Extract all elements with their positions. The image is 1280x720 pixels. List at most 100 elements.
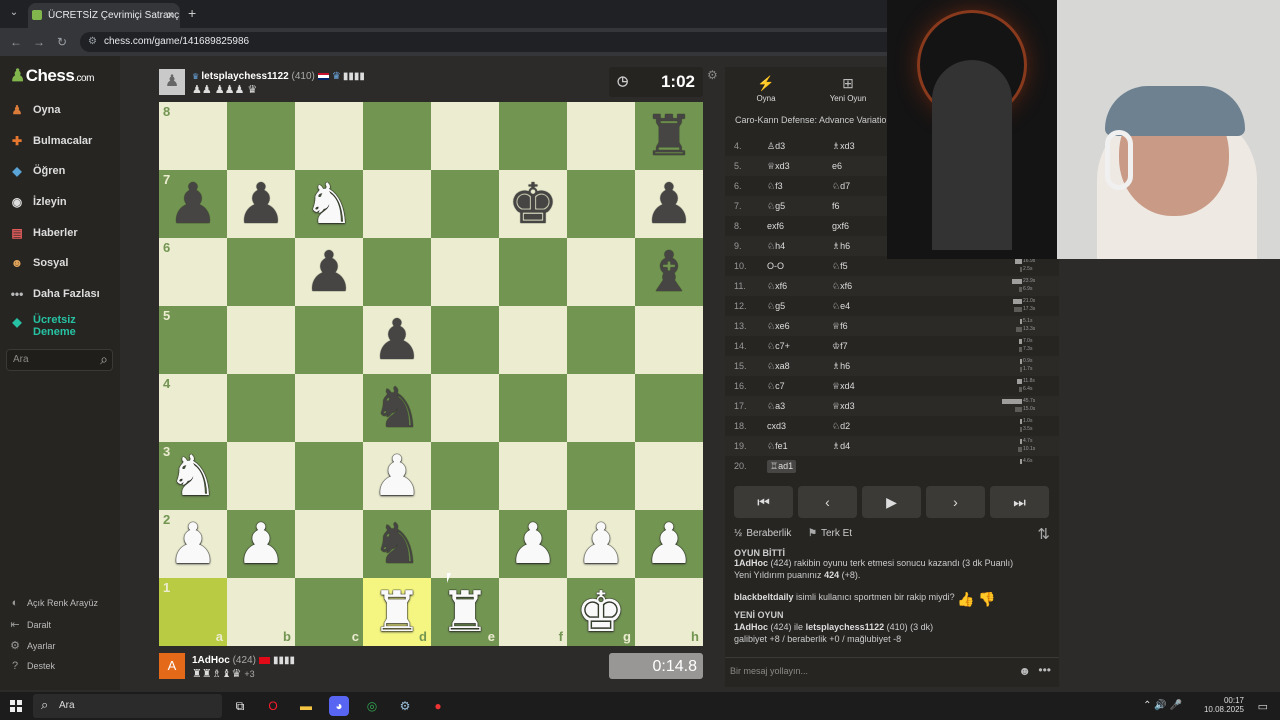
- chat-message-input[interactable]: Bir mesaj yollayın... ☻ •••: [725, 657, 1059, 685]
- square-g3[interactable]: [567, 442, 635, 510]
- black-move[interactable]: ♗xd3: [832, 141, 855, 152]
- square-b8[interactable]: [227, 102, 295, 170]
- square-c2[interactable]: [295, 510, 363, 578]
- white-piece-a3[interactable]: ♞: [159, 442, 227, 510]
- black-move[interactable]: ♘d7: [832, 181, 850, 192]
- nav-item-watch[interactable]: ◉ İzleyin: [8, 191, 67, 213]
- square-g5[interactable]: [567, 306, 635, 374]
- white-move[interactable]: ♘g5: [767, 201, 785, 212]
- black-move[interactable]: ♕f6: [832, 321, 848, 332]
- square-c4[interactable]: [295, 374, 363, 442]
- chess-board[interactable]: 8 ♜ 7 ♟ ♟ ♞ ♚ ♟ 6 ♟ ♝ 5 ♟ 4 ♞ 3 ♞ ♟ 2 ♟ ♟ ♞ ♟ ♟ ♟ 1 a b c d ♜ e ♜ f g ♚ h: [159, 102, 703, 646]
- square-d1[interactable]: d ♜: [363, 578, 431, 646]
- browser-tab-active[interactable]: ÜCRETSİZ Çevrimiçi Satranç Oyn ×: [28, 3, 180, 28]
- light-theme-toggle[interactable]: ◐ Açık Renk Arayüz: [8, 597, 98, 609]
- square-d7[interactable]: [363, 170, 431, 238]
- forward-arrow-icon[interactable]: →: [33, 35, 45, 49]
- flip-board-icon[interactable]: ⇅: [1037, 525, 1050, 543]
- square-f5[interactable]: [499, 306, 567, 374]
- search-icon[interactable]: ⌕: [100, 351, 108, 368]
- white-move[interactable]: ♕xd3: [767, 161, 790, 172]
- black-move[interactable]: ♕xd4: [832, 381, 855, 392]
- tab-new-game[interactable]: ⊞ Yeni Oyun: [807, 67, 889, 111]
- new-tab-plus-icon[interactable]: +: [188, 5, 196, 21]
- square-f2[interactable]: ♟: [499, 510, 567, 578]
- square-f8[interactable]: [499, 102, 567, 170]
- black-piece-d4[interactable]: ♞: [363, 374, 431, 442]
- black-move[interactable]: ♗h6: [832, 241, 850, 252]
- new-game-user-1[interactable]: 1AdHoc: [734, 622, 768, 632]
- square-d2[interactable]: ♞: [363, 510, 431, 578]
- square-e4[interactable]: [431, 374, 499, 442]
- square-b7[interactable]: ♟: [227, 170, 295, 238]
- nav-item-free-trial[interactable]: ◆ Ücretsiz Deneme: [8, 314, 75, 342]
- offer-draw-button[interactable]: ½ Beraberlik: [734, 528, 791, 539]
- square-g1[interactable]: g ♚: [567, 578, 635, 646]
- square-e1[interactable]: e ♜: [431, 578, 499, 646]
- opponent-name[interactable]: letsplaychess1122: [201, 71, 288, 82]
- square-a1[interactable]: 1a: [159, 578, 227, 646]
- white-move[interactable]: ♘g5: [767, 301, 785, 312]
- square-g8[interactable]: [567, 102, 635, 170]
- black-piece-b7[interactable]: ♟: [227, 170, 295, 238]
- support-link[interactable]: ? Destek: [8, 660, 55, 672]
- new-game-user-2[interactable]: letsplaychess1122: [806, 622, 885, 632]
- square-c5[interactable]: [295, 306, 363, 374]
- white-piece-g1[interactable]: ♚: [567, 578, 635, 646]
- black-piece-c6[interactable]: ♟: [295, 238, 363, 306]
- task-view-icon[interactable]: ⧉: [230, 696, 250, 716]
- result-user[interactable]: 1AdHoc: [734, 558, 768, 568]
- square-a6[interactable]: 6: [159, 238, 227, 306]
- steam-icon[interactable]: ⚙: [395, 696, 415, 716]
- square-a3[interactable]: 3 ♞: [159, 442, 227, 510]
- collapse-button[interactable]: ⇤ Daralt: [8, 618, 51, 631]
- recording-app-icon[interactable]: ●: [428, 696, 448, 716]
- square-c1[interactable]: c: [295, 578, 363, 646]
- play-moves-button[interactable]: ▶: [862, 486, 921, 518]
- white-piece-e1[interactable]: ♜: [431, 578, 499, 646]
- square-d3[interactable]: ♟: [363, 442, 431, 510]
- square-b2[interactable]: ♟: [227, 510, 295, 578]
- black-move[interactable]: ♗h6: [832, 361, 850, 372]
- sportsman-user[interactable]: blackbeltdaily: [734, 592, 794, 602]
- next-move-button[interactable]: ›: [926, 486, 985, 518]
- square-c7[interactable]: ♞: [295, 170, 363, 238]
- black-piece-h7[interactable]: ♟: [635, 170, 703, 238]
- black-move[interactable]: ♕xd3: [832, 401, 855, 412]
- square-h2[interactable]: ♟: [635, 510, 703, 578]
- nav-item-news[interactable]: ▤ Haberler: [8, 222, 77, 244]
- white-move[interactable]: ♘a3: [767, 401, 785, 412]
- player-avatar[interactable]: A: [159, 653, 185, 679]
- nav-item-learn[interactable]: ◆ Öğren: [8, 160, 65, 182]
- reload-icon[interactable]: ↻: [57, 35, 67, 49]
- site-info-icon[interactable]: ⚙: [88, 36, 97, 47]
- white-piece-f2[interactable]: ♟: [499, 510, 567, 578]
- square-b3[interactable]: [227, 442, 295, 510]
- square-a4[interactable]: 4: [159, 374, 227, 442]
- resign-button[interactable]: ⚑ Terk Et: [808, 528, 852, 539]
- last-move-button[interactable]: ⏭: [990, 486, 1049, 518]
- black-move[interactable]: ♘xf6: [832, 281, 852, 292]
- white-move[interactable]: ♘xe6: [767, 321, 790, 332]
- black-move[interactable]: ♘d2: [832, 421, 850, 432]
- previous-move-button[interactable]: ‹: [798, 486, 857, 518]
- tab-close-icon[interactable]: ×: [167, 8, 174, 22]
- square-g6[interactable]: [567, 238, 635, 306]
- white-piece-d1[interactable]: ♜: [363, 578, 431, 646]
- back-arrow-icon[interactable]: ←: [10, 35, 22, 49]
- white-piece-c7[interactable]: ♞: [295, 170, 363, 238]
- square-e3[interactable]: [431, 442, 499, 510]
- square-e6[interactable]: [431, 238, 499, 306]
- white-move[interactable]: ♘fe1: [767, 441, 788, 452]
- nav-search-input[interactable]: Ara ⌕: [6, 349, 113, 371]
- square-d4[interactable]: ♞: [363, 374, 431, 442]
- white-piece-h2[interactable]: ♟: [635, 510, 703, 578]
- white-move[interactable]: O-O: [767, 261, 784, 271]
- black-piece-h6[interactable]: ♝: [635, 238, 703, 306]
- black-move[interactable]: ♘f5: [832, 261, 848, 272]
- white-move[interactable]: ♘f3: [767, 181, 783, 192]
- opponent-avatar[interactable]: ♟: [159, 69, 185, 95]
- square-a8[interactable]: 8: [159, 102, 227, 170]
- square-g2[interactable]: ♟: [567, 510, 635, 578]
- square-f6[interactable]: [499, 238, 567, 306]
